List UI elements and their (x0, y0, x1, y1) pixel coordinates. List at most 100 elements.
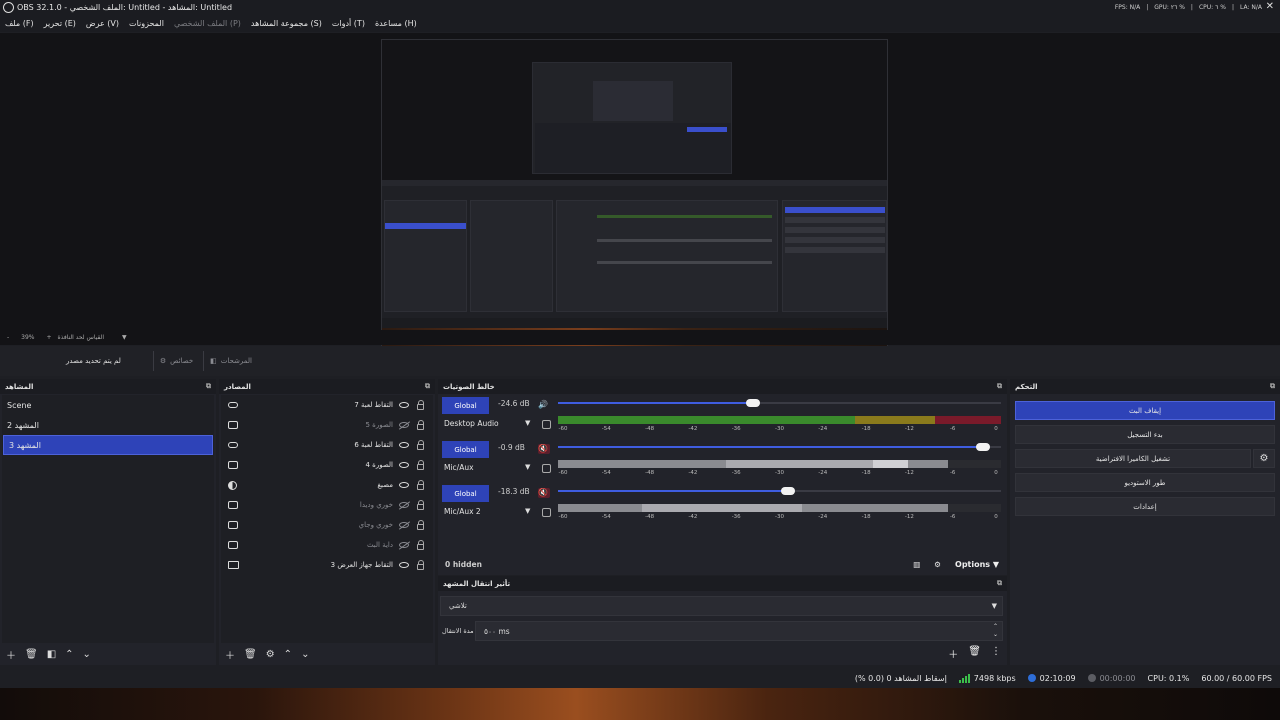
trash-icon[interactable]: 🗑 (25, 649, 38, 660)
eye-icon[interactable] (399, 482, 409, 488)
volume-slider-knob[interactable] (781, 487, 796, 495)
zoom-in-button[interactable]: + (47, 334, 52, 341)
lock-icon[interactable] (417, 560, 424, 570)
menu-profile[interactable]: الملف الشخصي (P) (174, 19, 241, 28)
mute-icon[interactable]: 🔇 (538, 488, 550, 498)
eye-icon[interactable] (399, 562, 409, 568)
filters-label: المرشحات (220, 357, 252, 365)
source-item[interactable]: الصورة 4 (221, 455, 433, 475)
chevron-down-icon[interactable]: ▼ (525, 419, 530, 427)
source-item[interactable]: الصورة 5 (221, 415, 433, 435)
source-item[interactable]: التقاط جهاز العرض 3 (221, 555, 433, 575)
lock-icon[interactable] (417, 400, 424, 410)
monitor-icon[interactable] (542, 508, 551, 517)
eye-off-icon[interactable] (399, 542, 409, 548)
volume-slider[interactable] (558, 399, 1001, 407)
stop-streaming-button[interactable]: إيقاف البث (1015, 401, 1275, 420)
volume-slider-knob[interactable] (745, 399, 760, 407)
filter-icon: ◧ (210, 357, 217, 365)
audio-channel-scope-button[interactable]: Global (442, 441, 489, 458)
advanced-audio-icon[interactable]: ⚙ (934, 560, 941, 569)
menu-docks[interactable]: المحزونات (129, 19, 164, 28)
chevron-down-icon[interactable]: ▼ (525, 507, 530, 515)
duration-input[interactable]: ٥٠٠ ms ⌃ ⌄ (475, 621, 1003, 641)
source-item[interactable]: خوري وديدا (221, 495, 433, 515)
dock-float-icon[interactable]: ⧉ (425, 382, 430, 391)
trash-icon[interactable]: 🗑 (968, 646, 981, 661)
monitor-icon[interactable] (542, 464, 551, 473)
menu-file[interactable]: ملف (F) (5, 19, 34, 28)
move-up-icon[interactable]: ⌃ (284, 649, 292, 660)
add-icon[interactable]: ＋ (225, 647, 235, 662)
menu-scene-collection[interactable]: مجموعة المشاهد (S) (251, 19, 322, 28)
menu-view[interactable]: عرض (V) (86, 19, 119, 28)
filters-button[interactable]: ◧ المرشحات (203, 351, 258, 371)
settings-button[interactable]: إعدادات (1015, 497, 1275, 516)
audio-channel-scope-button[interactable]: Global (442, 397, 489, 414)
preview-canvas[interactable] (381, 39, 888, 359)
lock-icon[interactable] (417, 500, 424, 510)
lock-icon[interactable] (417, 460, 424, 470)
dock-float-icon[interactable]: ⧉ (206, 382, 211, 391)
more-icon[interactable]: ⋮ (991, 646, 1001, 661)
add-icon[interactable]: ＋ (6, 647, 16, 662)
sources-dock: المصادر ⧉ التقاط لعبة 7 الصورة 5 التقاط لع… (219, 379, 435, 665)
trash-icon[interactable]: 🗑 (244, 649, 257, 660)
source-item[interactable]: خوري وجاي (221, 515, 433, 535)
source-item[interactable]: مصبغ (221, 475, 433, 495)
scene-item[interactable]: المشهد 2 (2, 415, 214, 435)
chevron-down-icon[interactable]: ▼ (122, 334, 127, 341)
eye-off-icon[interactable] (399, 522, 409, 528)
gear-icon[interactable]: ⚙ (266, 649, 275, 660)
volume-slider-knob[interactable] (976, 443, 991, 451)
zoom-fit-label[interactable]: القياس لحد النافذة (58, 334, 104, 341)
transition-select[interactable]: تلاشي ▼ (440, 596, 1003, 616)
move-down-icon[interactable]: ⌄ (83, 649, 91, 660)
close-icon[interactable]: ✕ (1266, 1, 1274, 12)
scene-item-selected[interactable]: المشهد 3 (3, 435, 213, 455)
volume-slider[interactable] (558, 443, 1001, 451)
lock-icon[interactable] (417, 420, 424, 430)
start-virtual-camera-button[interactable]: تشغيل الكاميرا الافتراضية (1015, 449, 1251, 468)
zoom-out-button[interactable]: - (7, 334, 9, 341)
spinner-arrows-icon[interactable]: ⌃ ⌄ (993, 623, 998, 639)
speaker-icon[interactable]: 🔊 (538, 400, 550, 410)
add-icon[interactable]: ＋ (948, 646, 958, 661)
menu-help[interactable]: مساعدة (H) (375, 19, 417, 28)
source-item[interactable]: التقاط لعبة 7 (221, 395, 433, 415)
options-button[interactable]: Options ▼ (955, 560, 999, 569)
lock-icon[interactable] (417, 480, 424, 490)
volume-slider[interactable] (558, 487, 1001, 495)
move-down-icon[interactable]: ⌄ (301, 649, 309, 660)
source-item[interactable]: التقاط لعبة 6 (221, 435, 433, 455)
eye-icon[interactable] (399, 462, 409, 468)
lock-icon[interactable] (417, 540, 424, 550)
eye-off-icon[interactable] (399, 422, 409, 428)
filters-icon[interactable]: ◧ (47, 649, 56, 660)
preview-area[interactable] (0, 33, 1280, 359)
chevron-down-icon[interactable]: ▼ (525, 463, 530, 471)
studio-mode-button[interactable]: طور الاستوديو (1015, 473, 1275, 492)
eye-icon[interactable] (399, 442, 409, 448)
lock-icon[interactable] (417, 520, 424, 530)
move-up-icon[interactable]: ⌃ (65, 649, 73, 660)
meter-tick-label: -54 (601, 426, 611, 432)
dock-float-icon[interactable]: ⧉ (1270, 382, 1275, 391)
source-item[interactable]: داية البث (221, 535, 433, 555)
virtual-camera-gear-icon[interactable]: ⚙ (1253, 449, 1275, 468)
menu-edit[interactable]: تحرير (E) (44, 19, 76, 28)
lock-icon[interactable] (417, 440, 424, 450)
audio-channel-scope-button[interactable]: Global (442, 485, 489, 502)
menu-tools[interactable]: أدوات (T) (332, 19, 365, 28)
properties-button[interactable]: ⚙ خصائص (152, 351, 199, 371)
dock-float-icon[interactable]: ⧉ (997, 579, 1002, 588)
dock-float-icon[interactable]: ⧉ (997, 382, 1002, 391)
scene-item[interactable]: Scene (2, 395, 214, 415)
source-label: داية البث (366, 541, 393, 549)
start-recording-button[interactable]: بدء التسجيل (1015, 425, 1275, 444)
monitor-icon[interactable] (542, 420, 551, 429)
mute-icon[interactable]: 🔇 (538, 444, 550, 454)
eye-icon[interactable] (399, 402, 409, 408)
eye-off-icon[interactable] (399, 502, 409, 508)
layout-icon[interactable]: ▥ (913, 560, 920, 569)
